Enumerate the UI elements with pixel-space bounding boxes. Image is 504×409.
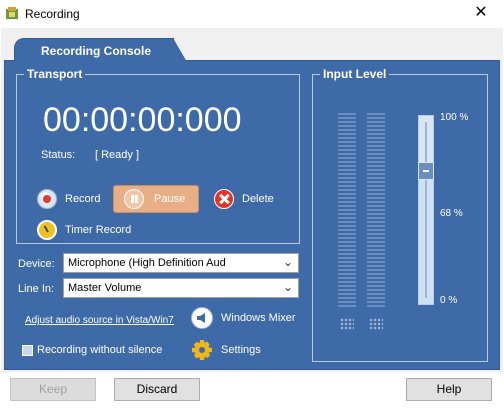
- transport-title: Transport: [24, 67, 86, 81]
- record-label: Record: [65, 193, 101, 205]
- pause-icon: [124, 189, 144, 209]
- device-value: Microphone (High Definition Aud: [68, 257, 226, 269]
- delete-icon: [214, 189, 234, 209]
- record-icon: [37, 189, 57, 209]
- app-icon: [6, 7, 18, 19]
- adjust-audio-source-link[interactable]: Adjust audio source in Vista/Win7: [25, 315, 174, 326]
- delete-button[interactable]: Delete: [214, 186, 274, 212]
- left-level-meter: [338, 113, 356, 307]
- chevron-down-icon: ⌄: [282, 280, 293, 294]
- right-channel-indicator: [369, 318, 383, 330]
- device-select[interactable]: Microphone (High Definition Aud ⌄: [63, 253, 299, 273]
- timer-record-label: Timer Record: [65, 224, 132, 236]
- chevron-down-icon: ⌄: [282, 255, 293, 269]
- timer-record-button[interactable]: Timer Record: [37, 217, 131, 243]
- line-in-value: Master Volume: [68, 282, 142, 294]
- line-in-select[interactable]: Master Volume ⌄: [63, 278, 299, 298]
- tick-bottom: 0 %: [440, 295, 458, 306]
- input-level-slider[interactable]: [418, 115, 434, 305]
- discard-button[interactable]: Discard: [114, 378, 200, 401]
- settings-label: Settings: [221, 344, 261, 356]
- slider-groove: [425, 122, 427, 298]
- record-without-silence-checkbox[interactable]: [22, 345, 33, 356]
- line-in-label: Line In:: [18, 283, 55, 295]
- tab-recording-console[interactable]: Recording Console: [14, 38, 187, 62]
- keep-button[interactable]: Keep: [10, 378, 96, 401]
- tab-label: Recording Console: [41, 44, 152, 58]
- input-level-title: Input Level: [320, 67, 390, 81]
- close-icon: ✕: [474, 4, 488, 21]
- record-without-silence-label: Recording without silence: [37, 344, 163, 356]
- tick-top: 100 %: [440, 112, 469, 123]
- transport-group: Transport 00:00:00:000 Status: [ Ready ]…: [16, 67, 300, 244]
- device-label: Device:: [18, 258, 55, 270]
- window-title: Recording: [25, 7, 80, 21]
- tick-mid: 68 %: [440, 208, 463, 219]
- windows-mixer-button[interactable]: Windows Mixer: [191, 307, 296, 329]
- speaker-icon: [191, 307, 213, 329]
- pause-button[interactable]: Pause: [113, 185, 199, 213]
- help-button[interactable]: Help: [406, 378, 492, 401]
- delete-label: Delete: [242, 193, 274, 205]
- title-bar: Recording ✕: [0, 0, 504, 28]
- windows-mixer-label: Windows Mixer: [221, 312, 296, 324]
- gear-icon: [191, 339, 213, 361]
- left-channel-indicator: [340, 318, 354, 330]
- timer-icon: [37, 220, 57, 240]
- time-display: 00:00:00:000: [43, 101, 242, 139]
- record-button[interactable]: Record: [37, 186, 100, 212]
- status-value: [ Ready ]: [95, 149, 140, 161]
- status-label: Status:: [41, 149, 76, 161]
- slider-thumb[interactable]: [418, 162, 434, 180]
- close-button[interactable]: ✕: [472, 4, 490, 22]
- settings-button[interactable]: Settings: [191, 339, 261, 361]
- pause-label: Pause: [154, 193, 186, 205]
- right-level-meter: [367, 113, 385, 307]
